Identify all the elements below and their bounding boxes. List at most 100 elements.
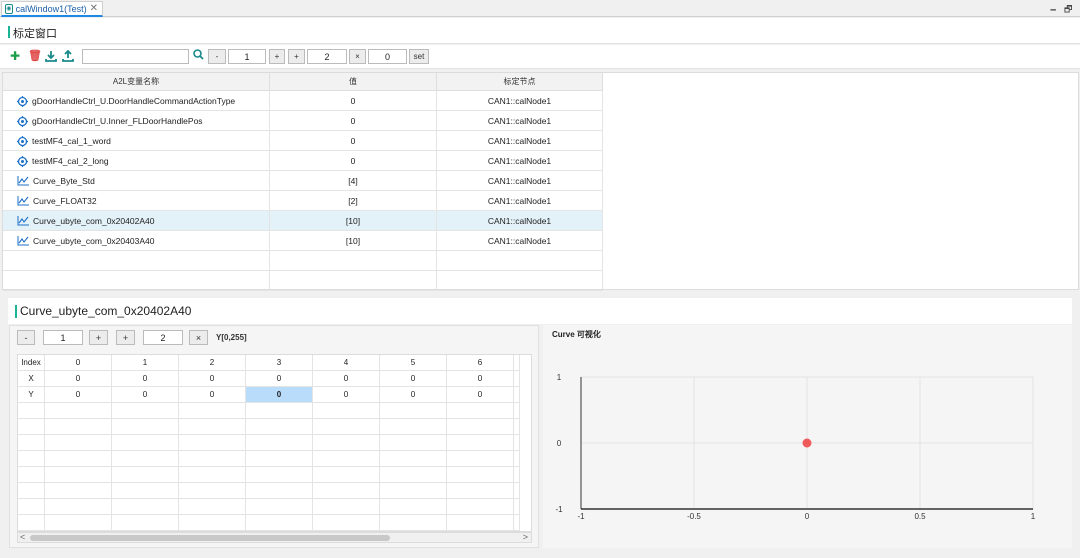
grid-cell[interactable] xyxy=(380,451,447,467)
cell-node[interactable]: CAN1::calNode1 xyxy=(437,111,603,131)
grid-cell[interactable] xyxy=(45,451,112,467)
grid-cell[interactable] xyxy=(45,499,112,515)
cell-node[interactable] xyxy=(437,251,603,271)
grid-x-cell[interactable]: 0 xyxy=(246,371,313,387)
grid-cell[interactable] xyxy=(246,419,313,435)
horizontal-scrollbar[interactable]: < > xyxy=(17,532,532,543)
cell-name[interactable]: Curve_FLOAT32 xyxy=(3,191,270,211)
table-row[interactable]: gDoorHandleCtrl_U.Inner_FLDoorHandlePos 0… xyxy=(3,111,603,131)
cell-name[interactable]: testMF4_cal_1_word xyxy=(3,131,270,151)
grid-cell[interactable] xyxy=(45,483,112,499)
grid-cell[interactable] xyxy=(447,483,514,499)
cell-value[interactable]: 0 xyxy=(270,131,437,151)
cell-node[interactable]: CAN1::calNode1 xyxy=(437,91,603,111)
grid-cell[interactable] xyxy=(514,483,520,499)
table-row[interactable]: testMF4_cal_2_long 0 CAN1::calNode1 xyxy=(3,151,603,171)
grid-cell[interactable] xyxy=(514,435,520,451)
cell-value[interactable]: 0 xyxy=(270,111,437,131)
grid-y-cell[interactable]: 0 xyxy=(380,387,447,403)
grid-cell[interactable] xyxy=(246,499,313,515)
cell-node[interactable]: CAN1::calNode1 xyxy=(437,191,603,211)
grid-cell[interactable] xyxy=(112,419,179,435)
cell-value[interactable] xyxy=(270,271,437,291)
add-button[interactable]: + xyxy=(116,330,135,345)
table-row[interactable] xyxy=(3,271,603,291)
grid-cell[interactable] xyxy=(179,515,246,531)
grid-cell[interactable] xyxy=(45,419,112,435)
grid-cell[interactable] xyxy=(313,499,380,515)
grid-cell[interactable] xyxy=(179,435,246,451)
multiply-button[interactable]: × xyxy=(189,330,208,345)
grid-cell[interactable] xyxy=(380,515,447,531)
grid-x-cell[interactable]: 0 xyxy=(112,371,179,387)
grid-cell[interactable] xyxy=(313,419,380,435)
grid-y-cell[interactable]: 0 xyxy=(45,387,112,403)
cell-name[interactable]: Curve_ubyte_com_0x20402A40 xyxy=(3,211,270,231)
cell-node[interactable] xyxy=(437,271,603,291)
grid-cell[interactable] xyxy=(514,387,520,403)
table-row[interactable]: testMF4_cal_1_word 0 CAN1::calNode1 xyxy=(3,131,603,151)
tab-calwindow[interactable]: ◉ calWindow1(Test) ✕ xyxy=(1,1,103,17)
grid-cell[interactable] xyxy=(45,435,112,451)
grid-cell[interactable] xyxy=(447,499,514,515)
grid-cell[interactable] xyxy=(179,451,246,467)
add-value-input[interactable]: 2 xyxy=(307,49,347,64)
cell-value[interactable]: [10] xyxy=(270,211,437,231)
restore-button[interactable]: 🗗 xyxy=(1064,2,1072,18)
table-row[interactable]: Curve_FLOAT32 [2] CAN1::calNode1 xyxy=(3,191,603,211)
close-icon[interactable]: ✕ xyxy=(90,3,98,14)
grid-cell[interactable] xyxy=(447,419,514,435)
grid-cell[interactable] xyxy=(179,499,246,515)
step-value-input[interactable]: 1 xyxy=(43,330,83,345)
grid-cell[interactable] xyxy=(514,515,520,531)
scroll-thumb[interactable] xyxy=(30,535,390,541)
grid-cell[interactable] xyxy=(313,435,380,451)
grid-y-cell[interactable]: 0 xyxy=(246,387,313,403)
decrement-button[interactable]: - xyxy=(208,49,226,64)
cell-name[interactable] xyxy=(3,271,270,291)
set-button[interactable]: set xyxy=(409,49,429,64)
grid-y-cell[interactable]: 0 xyxy=(112,387,179,403)
grid-cell[interactable] xyxy=(246,515,313,531)
grid-cell[interactable] xyxy=(313,483,380,499)
table-row[interactable]: Curve_ubyte_com_0x20402A40 [10] CAN1::calN… xyxy=(3,211,603,231)
grid-cell[interactable] xyxy=(112,403,179,419)
grid-x-cell[interactable]: 0 xyxy=(313,371,380,387)
cell-node[interactable]: CAN1::calNode1 xyxy=(437,131,603,151)
search-icon[interactable] xyxy=(193,49,204,60)
cell-name[interactable] xyxy=(3,251,270,271)
table-row[interactable]: Curve_Byte_Std [4] CAN1::calNode1 xyxy=(3,171,603,191)
cell-value[interactable] xyxy=(270,251,437,271)
grid-cell[interactable] xyxy=(45,467,112,483)
scroll-right-icon[interactable]: > xyxy=(523,532,528,542)
grid-cell[interactable] xyxy=(313,451,380,467)
grid-cell[interactable] xyxy=(179,403,246,419)
minimize-button[interactable]: 🗕 xyxy=(1050,2,1056,18)
multiply-button[interactable]: × xyxy=(349,49,366,64)
table-row[interactable]: gDoorHandleCtrl_U.DoorHandleCommandActio… xyxy=(3,91,603,111)
grid-cell[interactable] xyxy=(246,403,313,419)
grid-y-cell[interactable]: 0 xyxy=(447,387,514,403)
grid-cell[interactable] xyxy=(380,435,447,451)
column-header-name[interactable]: A2L变量名称 xyxy=(3,73,270,91)
cell-name[interactable]: Curve_Byte_Std xyxy=(3,171,270,191)
scroll-left-icon[interactable]: < xyxy=(20,532,25,542)
cell-name[interactable]: gDoorHandleCtrl_U.Inner_FLDoorHandlePos xyxy=(3,111,270,131)
grid-x-cell[interactable]: 0 xyxy=(179,371,246,387)
grid-cell[interactable] xyxy=(45,515,112,531)
grid-cell[interactable] xyxy=(112,483,179,499)
grid-cell[interactable] xyxy=(514,451,520,467)
increment-button[interactable]: + xyxy=(269,49,285,64)
add-icon[interactable]: ✚ xyxy=(10,49,20,63)
column-header-value[interactable]: 值 xyxy=(270,73,437,91)
cell-value[interactable]: [4] xyxy=(270,171,437,191)
grid-x-cell[interactable]: 0 xyxy=(45,371,112,387)
grid-cell[interactable] xyxy=(514,499,520,515)
grid-cell[interactable] xyxy=(514,403,520,419)
cell-value[interactable]: [2] xyxy=(270,191,437,211)
import-icon[interactable] xyxy=(45,50,57,62)
grid-cell[interactable] xyxy=(45,403,112,419)
cell-name[interactable]: testMF4_cal_2_long xyxy=(3,151,270,171)
grid-cell[interactable] xyxy=(447,515,514,531)
search-input[interactable] xyxy=(82,49,189,64)
